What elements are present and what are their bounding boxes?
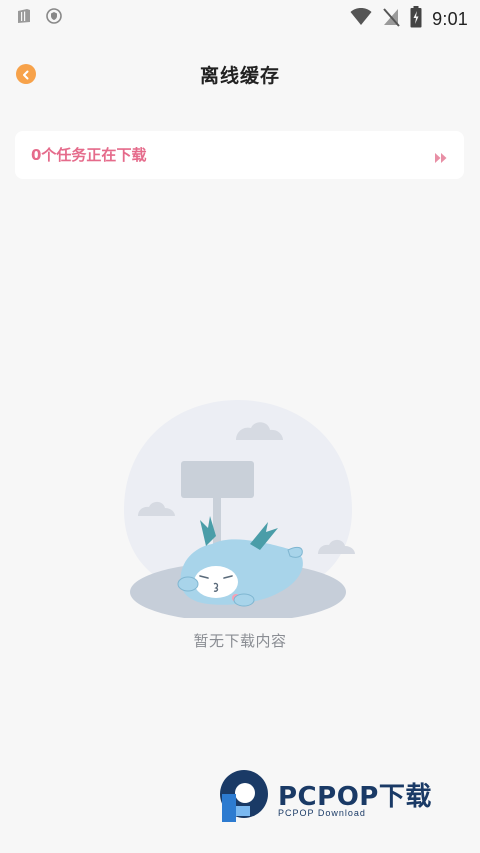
no-signal-icon — [382, 7, 400, 31]
status-time: 9:01 — [432, 8, 468, 29]
double-arrow-right-icon — [434, 149, 448, 163]
download-task-card[interactable]: 0个任务正在下载 — [15, 131, 464, 179]
status-bar: 9:01 — [0, 0, 480, 34]
sim-card-icon — [16, 8, 32, 28]
download-task-count: 0个任务正在下载 — [31, 146, 147, 164]
status-right-icons: 9:01 — [350, 6, 468, 32]
pcpop-logo-icon — [218, 766, 274, 824]
shield-icon — [46, 8, 62, 28]
empty-state-illustration — [120, 398, 356, 622]
empty-state-text: 暂无下载内容 — [193, 632, 287, 650]
wifi-icon — [350, 7, 372, 31]
status-left-icons — [16, 8, 62, 28]
battery-charging-icon — [410, 6, 422, 32]
top-app-bar: 离线缓存 — [0, 48, 480, 100]
page-title: 离线缓存 — [199, 65, 280, 87]
watermark-subtitle: PCPOP Download — [278, 808, 366, 818]
watermark-logo: PCPOP下载 PCPOP Download — [218, 766, 468, 826]
